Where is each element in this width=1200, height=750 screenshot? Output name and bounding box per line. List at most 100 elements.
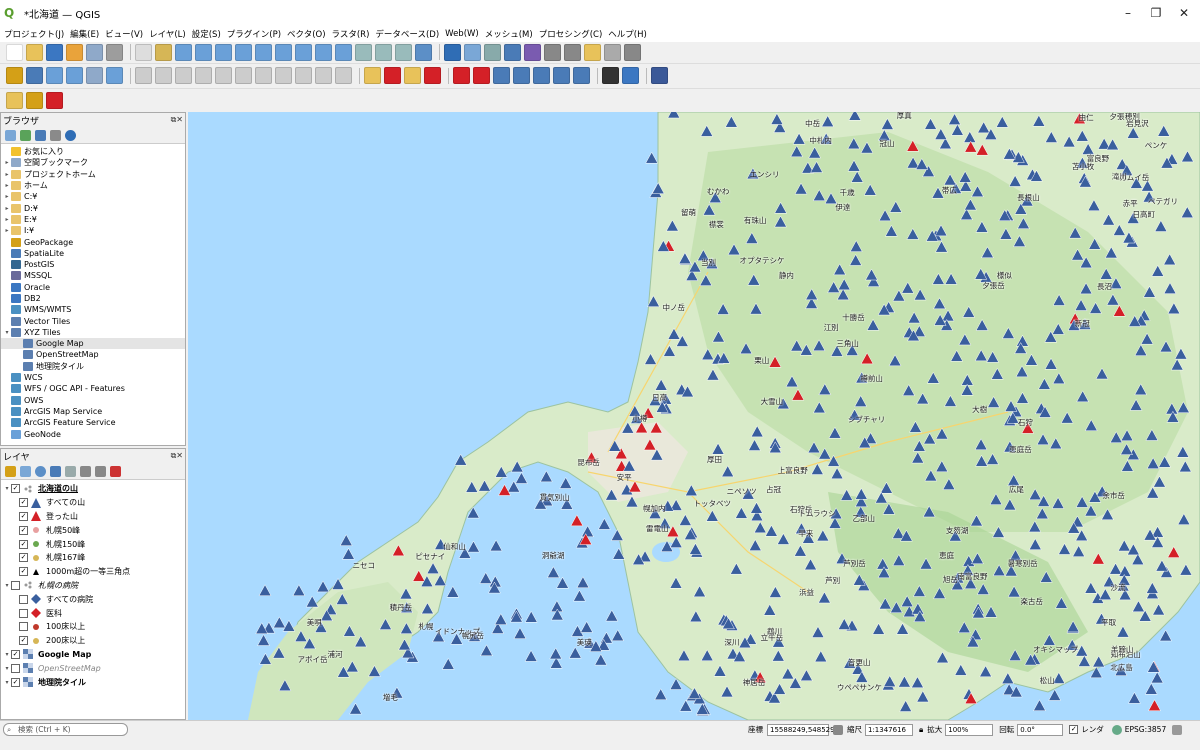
tb1-tool-icon-20[interactable] [395, 43, 412, 61]
layer-visibility-checkbox[interactable]: ✓ [19, 511, 28, 521]
tb2-tool-icon-29[interactable] [553, 67, 570, 84]
tb2-tool-icon-8[interactable] [155, 67, 172, 84]
tb2-tool-icon-0[interactable] [6, 67, 23, 84]
layer-item[interactable]: ▾ OpenStreetMap [1, 661, 185, 675]
menu-item-3[interactable]: レイヤ(L) [149, 28, 186, 40]
browser-item[interactable]: OWS [1, 395, 185, 406]
browser-item[interactable]: PostGIS [1, 259, 185, 270]
tb1-tool-icon-12[interactable] [235, 43, 252, 61]
browser-item[interactable]: SpatiaLite [1, 248, 185, 259]
refresh-icon[interactable] [20, 129, 31, 141]
layer-item[interactable]: ▾ ✓ 北海道の山 [1, 482, 185, 496]
rotation-field[interactable]: 0.0° [1017, 723, 1064, 736]
browser-item[interactable]: Oracle [1, 282, 185, 293]
layer-item[interactable]: ▾ ✓ Google Map [1, 648, 185, 662]
expand-arrow-icon[interactable]: ▸ [3, 205, 11, 212]
tb1-tool-icon-23[interactable] [444, 43, 461, 61]
tb1-tool-icon-15[interactable] [295, 43, 312, 61]
menu-item-11[interactable]: プロセシング(C) [539, 28, 603, 40]
tb1-tool-icon-29[interactable] [564, 43, 581, 61]
tb1-tool-icon-3[interactable] [66, 43, 83, 61]
scale-field[interactable]: 1:1347616 [865, 723, 913, 736]
layer-visibility-checkbox[interactable]: ✓ [19, 636, 28, 646]
layer-item[interactable]: すべての病院 [1, 592, 185, 606]
tb1-tool-icon-25[interactable] [484, 43, 501, 61]
tb2-tool-icon-24[interactable] [453, 67, 470, 84]
layer-item[interactable]: ▾ 札幌の病院 [1, 579, 185, 593]
close-button[interactable]: ✕ [1164, 0, 1200, 26]
layer-item[interactable]: ✓ 札幌167峰 [1, 551, 185, 565]
layer-item[interactable]: ▾ ✓ 地理院タイル [1, 675, 185, 689]
expand-arrow-icon[interactable]: ▸ [3, 193, 11, 200]
map-theme-icon[interactable] [35, 465, 46, 477]
tb1-tool-icon-8[interactable] [155, 43, 172, 61]
tb2-tool-icon-25[interactable] [473, 67, 490, 84]
browser-item[interactable]: ▸ プロジェクトホーム [1, 169, 185, 180]
tb1-tool-icon-21[interactable] [415, 43, 432, 61]
layer-visibility-checkbox[interactable] [19, 622, 28, 632]
browser-item[interactable]: WCS [1, 372, 185, 383]
layer-item[interactable]: ✓ 登った山 [1, 510, 185, 524]
layer-item[interactable]: ✓ 200床以上 [1, 634, 185, 648]
tb1-tool-icon-11[interactable] [215, 43, 232, 61]
expand-arrow-icon[interactable]: ▸ [3, 171, 11, 178]
layer-visibility-checkbox[interactable]: ✓ [19, 553, 28, 563]
layer-item[interactable]: ✓ 札幌50峰 [1, 523, 185, 537]
tb3-tool-icon-1[interactable] [26, 91, 43, 109]
menu-item-7[interactable]: ラスタ(R) [332, 28, 370, 40]
tb1-tool-icon-17[interactable] [335, 43, 352, 61]
tb1-tool-icon-26[interactable] [504, 43, 521, 61]
expand-arrow-icon[interactable]: ▸ [3, 216, 11, 223]
collapse-all-icon[interactable] [50, 129, 61, 141]
tb2-tool-icon-9[interactable] [175, 67, 192, 84]
browser-item[interactable]: WFS / OGC API - Features [1, 383, 185, 394]
tb1-tool-icon-0[interactable] [6, 43, 23, 61]
coordinate-field[interactable]: 15588249,5485295 [767, 723, 839, 736]
remove-layer-icon[interactable] [110, 465, 121, 477]
tb2-tool-icon-19[interactable] [364, 67, 381, 84]
tb2-tool-icon-13[interactable] [255, 67, 272, 84]
expand-all-icon[interactable] [80, 465, 91, 477]
tb2-tool-icon-35[interactable] [651, 67, 668, 84]
tb2-tool-icon-1[interactable] [26, 67, 43, 84]
browser-item[interactable]: ▸ C:¥ [1, 191, 185, 202]
expand-arrow-icon[interactable]: ▾ [3, 582, 11, 589]
tb3-tool-icon-0[interactable] [6, 91, 23, 109]
browser-item[interactable]: 地理院タイル [1, 361, 185, 372]
tb1-tool-icon-9[interactable] [175, 43, 192, 61]
browser-item[interactable]: ▸ D:¥ [1, 202, 185, 213]
browser-item[interactable]: ▸ E:¥ [1, 214, 185, 225]
browser-item[interactable]: ▸ 空間ブックマーク [1, 157, 185, 168]
tb1-tool-icon-1[interactable] [26, 43, 43, 61]
tb1-tool-icon-16[interactable] [315, 43, 332, 61]
browser-item[interactable]: DB2 [1, 293, 185, 304]
tb1-tool-icon-31[interactable] [604, 43, 621, 61]
browser-item[interactable]: ArcGIS Feature Service [1, 417, 185, 428]
browser-item[interactable]: ▸ I:¥ [1, 225, 185, 236]
layer-visibility-checkbox[interactable]: ✓ [11, 484, 20, 494]
tb2-tool-icon-17[interactable] [335, 67, 352, 84]
browser-item[interactable]: GeoNode [1, 428, 185, 439]
collapse-all-icon[interactable] [95, 465, 106, 477]
filter-legend-icon[interactable] [50, 465, 61, 477]
tb1-tool-icon-19[interactable] [375, 43, 392, 61]
layer-visibility-checkbox[interactable] [19, 608, 28, 618]
layer-visibility-checkbox[interactable]: ✓ [19, 539, 28, 549]
add-group-icon[interactable] [20, 465, 31, 477]
tb2-tool-icon-32[interactable] [602, 67, 619, 84]
menu-item-4[interactable]: 設定(S) [192, 28, 221, 40]
layer-item[interactable]: 100床以上 [1, 620, 185, 634]
layer-item[interactable]: ✓ 1000m超の一等三角点 [1, 565, 185, 579]
browser-item[interactable]: ▸ ホーム [1, 180, 185, 191]
browser-item[interactable]: お気に入り [1, 146, 185, 157]
menu-item-6[interactable]: ベクタ(O) [287, 28, 325, 40]
filter-icon[interactable] [35, 129, 46, 141]
tb1-tool-icon-18[interactable] [355, 43, 372, 61]
tb1-tool-icon-24[interactable] [464, 43, 481, 61]
panel-float-close-icon[interactable]: ⧉✕ [171, 115, 183, 125]
layer-visibility-checkbox[interactable] [11, 663, 20, 673]
menu-item-2[interactable]: ビュー(V) [105, 28, 143, 40]
layer-item[interactable]: 医科 [1, 606, 185, 620]
expand-arrow-icon[interactable]: ▸ [3, 182, 11, 189]
filter-expression-icon[interactable] [65, 465, 76, 477]
